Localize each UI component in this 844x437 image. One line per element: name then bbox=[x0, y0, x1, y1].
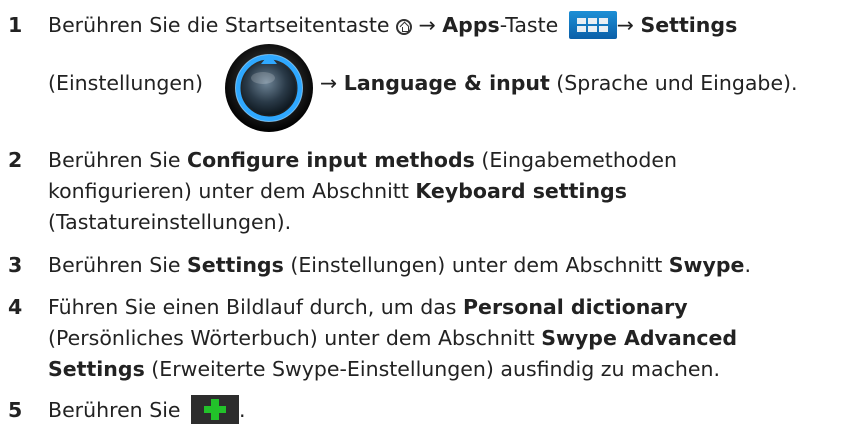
step-number: 1 bbox=[8, 13, 23, 37]
step-text-segment: konfigurieren) unter dem Abschnitt bbox=[48, 179, 409, 203]
step-number: 4 bbox=[8, 295, 23, 319]
step-text-segment: -Taste bbox=[499, 13, 559, 37]
step-text: Berühren Sie . bbox=[48, 395, 844, 426]
step-text-segment: (Einstellungen) unter dem Abschnitt bbox=[290, 253, 663, 277]
step-number: 2 bbox=[8, 148, 23, 172]
step-number: 3 bbox=[8, 253, 23, 277]
settings-label: Settings bbox=[640, 13, 738, 37]
step-text-segment: (Erweiterte Swype-Einstellungen) ausfind… bbox=[151, 357, 720, 381]
language-input-label: Language & input bbox=[343, 71, 550, 95]
swype-advanced-settings-label: Swype Advanced bbox=[541, 326, 738, 350]
configure-input-methods-label: Configure input methods bbox=[187, 148, 475, 172]
apps-grid-icon bbox=[568, 11, 617, 39]
step-text-segment: (Persönliches Wörterbuch) unter dem Absc… bbox=[48, 326, 535, 350]
home-icon bbox=[396, 19, 413, 35]
step-text-segment: (Eingabemethoden bbox=[481, 148, 677, 172]
step-number: 5 bbox=[8, 398, 23, 422]
step-text-segment: Berühren Sie bbox=[48, 148, 181, 172]
step-text-segment: Berühren Sie bbox=[48, 253, 181, 277]
swype-label: Swype bbox=[668, 253, 745, 277]
personal-dictionary-label: Personal dictionary bbox=[463, 295, 688, 319]
step-text: (Einstellungen) → Language & input (Spra… bbox=[48, 68, 844, 99]
settings-label: Settings bbox=[48, 357, 145, 381]
plus-add-icon bbox=[191, 395, 240, 424]
keyboard-settings-label: Keyboard settings bbox=[415, 179, 627, 203]
step-text-segment: (Sprache und Eingabe). bbox=[556, 71, 798, 95]
step-text-segment: Berühren Sie die Startseitentaste bbox=[48, 13, 390, 37]
step-text-segment: (Tastatureinstellungen). bbox=[48, 210, 292, 234]
settings-label: Settings bbox=[187, 253, 284, 277]
arrow: → bbox=[320, 71, 338, 95]
arrow: → bbox=[418, 13, 436, 37]
step-text-segment: . bbox=[744, 253, 751, 277]
step-text: Führen Sie einen Bildlauf durch, um das … bbox=[48, 292, 844, 385]
settings-dial-icon bbox=[225, 44, 313, 132]
step-text: Berühren Sie Settings (Einstellungen) un… bbox=[48, 250, 844, 281]
step-text: Berühren Sie die Startseitentaste → Apps… bbox=[48, 10, 844, 41]
apps-label: Apps bbox=[442, 13, 500, 37]
step-text: Berühren Sie Configure input methods (Ei… bbox=[48, 145, 844, 238]
step-text-segment: . bbox=[239, 398, 246, 422]
step-text-segment: Führen Sie einen Bildlauf durch, um das bbox=[48, 295, 457, 319]
step-text-segment: (Einstellungen) bbox=[48, 71, 203, 95]
arrow: → bbox=[616, 13, 634, 37]
step-text-segment: Berühren Sie bbox=[48, 398, 181, 422]
